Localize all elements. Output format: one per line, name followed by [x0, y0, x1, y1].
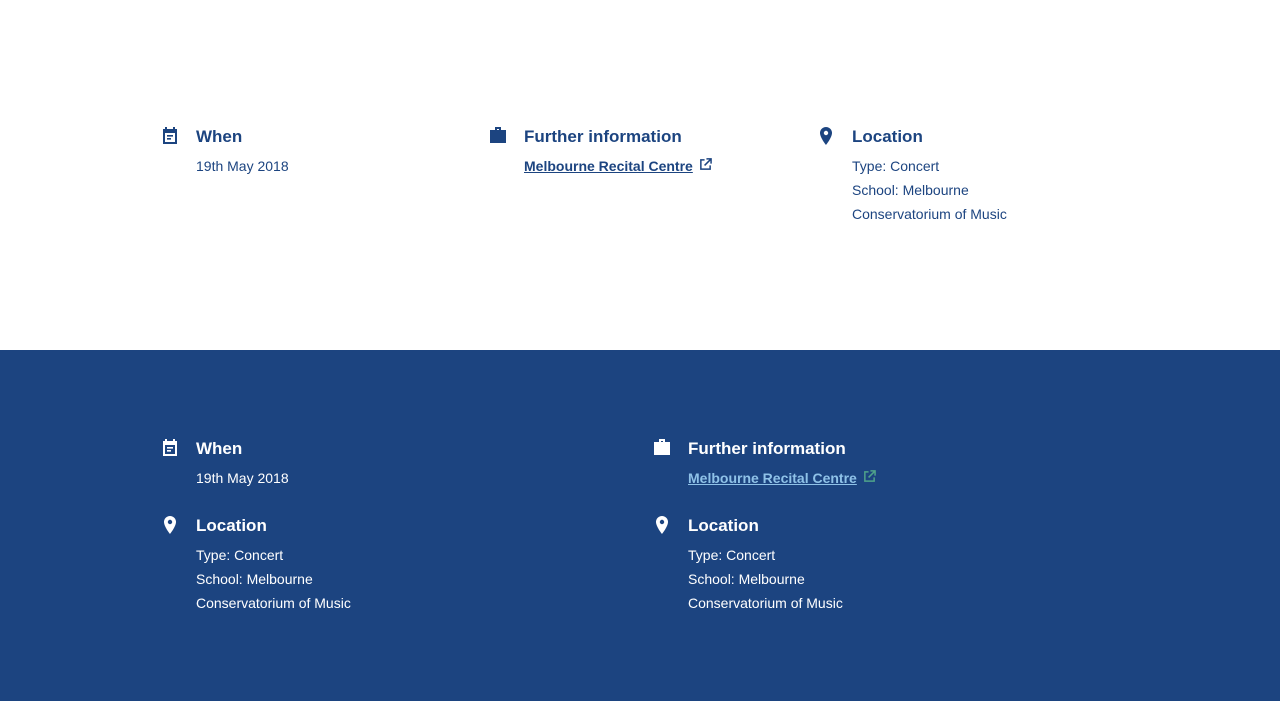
- further-info-title: Further information: [524, 127, 682, 146]
- melbourne-recital-centre-link[interactable]: Melbourne Recital Centre: [524, 154, 712, 178]
- location-school-line2: Conservatorium of Music: [852, 206, 1007, 222]
- location-school-line1: School: Melbourne: [688, 571, 805, 587]
- external-link-icon: [863, 466, 876, 490]
- location-title: Location: [688, 516, 759, 535]
- calendar-icon: [160, 438, 180, 458]
- briefcase-icon: [488, 126, 508, 146]
- when-title: When: [196, 439, 243, 458]
- when-date: 19th May 2018: [196, 470, 289, 486]
- melbourne-recital-centre-link[interactable]: Melbourne Recital Centre: [688, 466, 876, 490]
- location-type: Type: Concert: [688, 547, 776, 563]
- location-type: Type: Concert: [852, 158, 940, 174]
- location-title: Location: [196, 516, 267, 535]
- map-pin-icon: [652, 515, 672, 535]
- event-details-dark: When 19th May 2018 Further information M…: [0, 350, 1280, 701]
- map-pin-icon: [816, 126, 836, 146]
- link-label: Melbourne Recital Centre: [524, 158, 693, 174]
- event-details-light: When 19th May 2018 Further information M…: [0, 0, 1280, 350]
- when-date: 19th May 2018: [196, 158, 289, 174]
- calendar-icon: [160, 126, 180, 146]
- location-school-line2: Conservatorium of Music: [196, 595, 351, 611]
- external-link-icon: [699, 154, 712, 178]
- further-info-title: Further information: [688, 439, 846, 458]
- location-title: Location: [852, 127, 923, 146]
- location-type: Type: Concert: [196, 547, 284, 563]
- briefcase-icon: [652, 438, 672, 458]
- when-title: When: [196, 127, 243, 146]
- location-school-line1: School: Melbourne: [196, 571, 313, 587]
- map-pin-icon: [160, 515, 180, 535]
- location-school-line2: Conservatorium of Music: [688, 595, 843, 611]
- link-label: Melbourne Recital Centre: [688, 470, 857, 486]
- location-school-line1: School: Melbourne: [852, 182, 969, 198]
